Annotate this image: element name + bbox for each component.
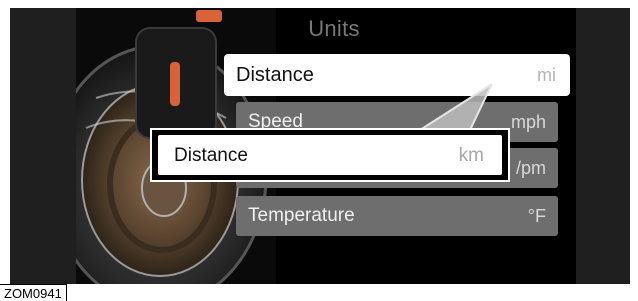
left-side-panel <box>10 8 76 284</box>
menu-item-value: mi <box>537 65 556 85</box>
figure-reference-code: ZOM0941 <box>0 284 67 301</box>
callout-box: Distance km <box>150 128 510 182</box>
figure-canvas: Units Distance mi Speed mph /pm Temperat… <box>0 0 638 301</box>
menu-item-distance[interactable]: Distance mi <box>224 54 570 96</box>
menu-item-value: °F <box>527 206 546 226</box>
right-side-panel <box>576 8 630 284</box>
menu-item-value: mph <box>510 112 546 132</box>
callout-label: Distance <box>174 145 248 166</box>
menu-item-label: Temperature <box>248 205 355 226</box>
menu-item-temperature[interactable]: Temperature °F <box>236 196 558 236</box>
menu-item-value: /pm <box>515 158 546 178</box>
callout-option-distance[interactable]: Distance km <box>158 135 502 175</box>
menu-item-label: Distance <box>236 64 314 86</box>
screen-title: Units <box>308 16 360 41</box>
callout-value: km <box>458 145 484 166</box>
